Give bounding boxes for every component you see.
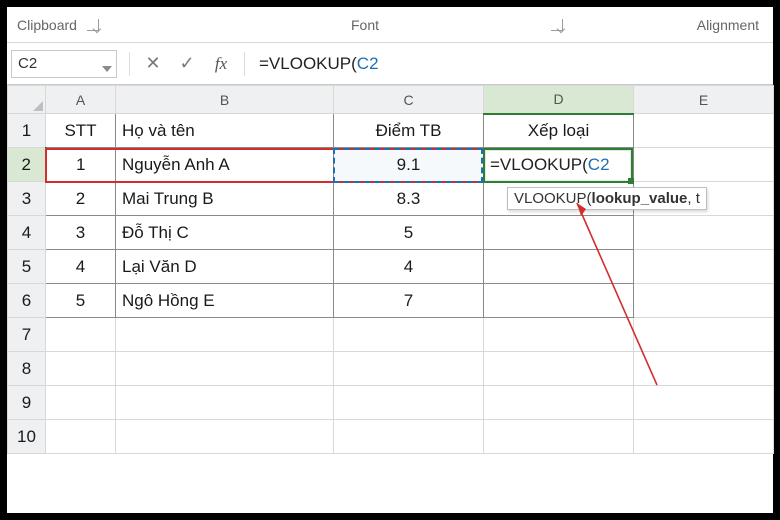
cell[interactable]: Lại Văn D [116,250,334,284]
ribbon-group-font-label: Font [351,17,379,33]
ribbon-group-font[interactable]: Font [157,17,573,33]
tooltip-current-arg: lookup_value [592,190,688,207]
col-header-d[interactable]: D [484,86,634,114]
ribbon-group-clipboard[interactable]: Clipboard [7,17,157,33]
cell[interactable]: 9.1 [334,148,484,182]
check-icon: ✓ [179,53,194,74]
confirm-button[interactable]: ✓ [172,50,202,78]
row-header[interactable]: 4 [8,216,46,250]
cell[interactable] [334,386,484,420]
row-header[interactable]: 3 [8,182,46,216]
cell[interactable] [634,148,774,182]
cell[interactable] [116,352,334,386]
cell[interactable]: 8.3 [334,182,484,216]
cell[interactable]: Xếp loại [484,114,634,148]
cell[interactable] [634,386,774,420]
cell[interactable] [116,318,334,352]
tooltip-fn: VLOOKUP( [514,190,592,207]
tooltip-tail: , t [687,190,700,207]
function-tooltip: VLOOKUP(lookup_value, t [507,187,707,210]
formula-text-prefix: =VLOOKUP( [259,54,357,74]
cell[interactable]: 4 [46,250,116,284]
divider [244,52,245,76]
cell[interactable] [334,318,484,352]
grid[interactable]: A B C D E 1 STT Họ và tên Điểm TB Xếp lo… [7,85,774,454]
cell[interactable] [484,318,634,352]
cell[interactable]: 7 [334,284,484,318]
cell[interactable] [484,250,634,284]
select-all-corner[interactable] [8,86,46,114]
app-window: Clipboard Font Alignment C2 ✕ ✓ fx =VLOO… [0,0,780,520]
row-header[interactable]: 1 [8,114,46,148]
row-header[interactable]: 8 [8,352,46,386]
dialog-launcher-icon[interactable] [87,19,99,31]
active-cell[interactable]: =VLOOKUP(C2 [484,148,634,182]
cell[interactable] [116,386,334,420]
cell[interactable] [634,318,774,352]
cell[interactable]: 5 [46,284,116,318]
cell[interactable]: 1 [46,148,116,182]
row-header[interactable]: 2 [8,148,46,182]
ribbon-group-alignment[interactable]: Alignment [573,17,773,33]
cell[interactable] [484,352,634,386]
cell-formula-ref: C2 [588,155,610,174]
cell[interactable] [46,318,116,352]
cell[interactable] [484,420,634,454]
cell-formula-prefix: =VLOOKUP( [490,155,588,174]
cell[interactable]: 5 [334,216,484,250]
formula-input[interactable]: =VLOOKUP(C2 [251,50,773,78]
cell[interactable]: 2 [46,182,116,216]
divider [129,52,130,76]
cell[interactable] [46,420,116,454]
name-box[interactable]: C2 [11,50,117,78]
cell[interactable] [634,420,774,454]
cell[interactable] [634,114,774,148]
cell[interactable] [634,352,774,386]
fx-icon: fx [215,54,227,74]
cell[interactable]: Điểm TB [334,114,484,148]
col-header-c[interactable]: C [334,86,484,114]
cell[interactable] [634,284,774,318]
cell[interactable]: Nguyễn Anh A [116,148,334,182]
cell[interactable]: Ngô Hồng E [116,284,334,318]
cell[interactable]: Mai Trung B [116,182,334,216]
cell[interactable] [634,250,774,284]
cancel-button[interactable]: ✕ [138,50,168,78]
cell[interactable] [46,386,116,420]
formula-text-ref: C2 [357,54,379,74]
cell[interactable]: Họ và tên [116,114,334,148]
cell[interactable]: Đỗ Thị C [116,216,334,250]
chevron-down-icon[interactable] [102,59,112,69]
ribbon-section-row: Clipboard Font Alignment [7,7,773,43]
cell[interactable]: STT [46,114,116,148]
col-header-b[interactable]: B [116,86,334,114]
cell[interactable] [634,216,774,250]
row-header[interactable]: 6 [8,284,46,318]
cell[interactable] [484,386,634,420]
row-header[interactable]: 7 [8,318,46,352]
row-header[interactable]: 9 [8,386,46,420]
insert-function-button[interactable]: fx [206,50,236,78]
row-header[interactable]: 10 [8,420,46,454]
cell[interactable] [334,352,484,386]
cell[interactable] [334,420,484,454]
close-icon: ✕ [145,53,160,74]
formula-bar: C2 ✕ ✓ fx =VLOOKUP(C2 [7,43,773,85]
col-header-a[interactable]: A [46,86,116,114]
cell[interactable] [484,216,634,250]
ribbon-group-clipboard-label: Clipboard [17,17,77,33]
cell[interactable] [484,284,634,318]
col-header-e[interactable]: E [634,86,774,114]
dialog-launcher-icon[interactable] [551,19,563,31]
row-header[interactable]: 5 [8,250,46,284]
cell[interactable] [46,352,116,386]
cell[interactable]: 4 [334,250,484,284]
name-box-value: C2 [18,55,37,72]
cell[interactable] [116,420,334,454]
cell[interactable]: 3 [46,216,116,250]
worksheet[interactable]: A B C D E 1 STT Họ và tên Điểm TB Xếp lo… [7,85,773,454]
ribbon-group-alignment-label: Alignment [697,17,759,33]
